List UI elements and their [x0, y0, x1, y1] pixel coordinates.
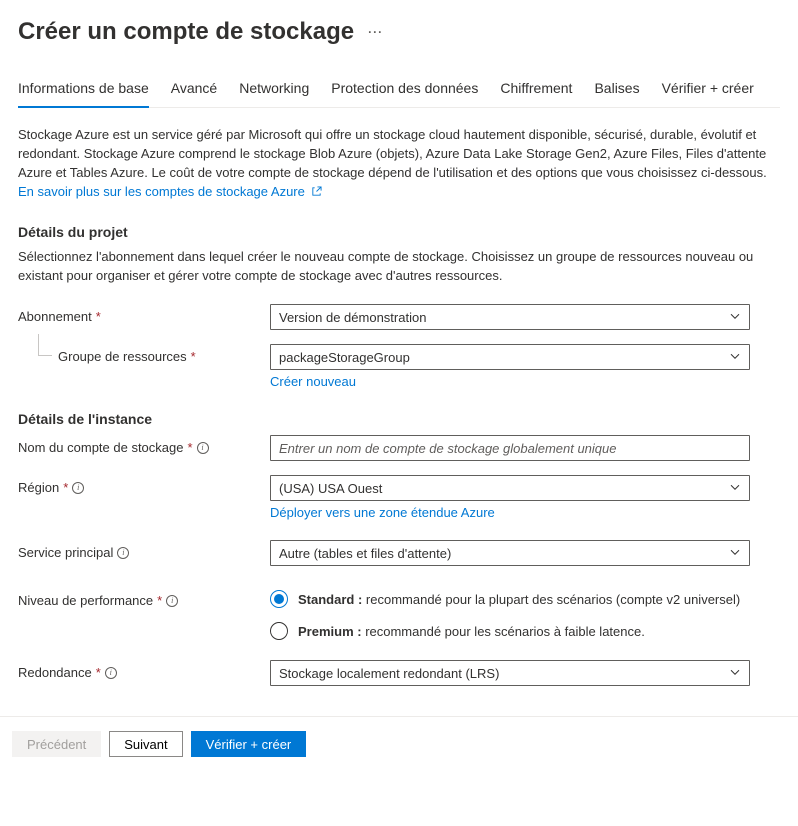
project-heading: Détails du projet: [18, 224, 780, 240]
radio-label: Premium : recommandé pour les scénarios …: [298, 624, 645, 639]
subscription-select[interactable]: Version de démonstration: [270, 304, 750, 330]
chevron-down-icon: [729, 350, 741, 365]
radio-label: Standard : recommandé pour la plupart de…: [298, 592, 740, 607]
footer: Précédent Suivant Vérifier + créer: [0, 716, 798, 771]
primary-service-select[interactable]: Autre (tables et files d'attente): [270, 540, 750, 566]
tab-protection-des-donn-es[interactable]: Protection des données: [331, 72, 478, 108]
region-label: Région* i: [18, 475, 270, 495]
previous-button: Précédent: [12, 731, 101, 757]
create-new-link[interactable]: Créer nouveau: [270, 374, 356, 389]
learn-more-link[interactable]: En savoir plus sur les comptes de stocka…: [18, 184, 322, 199]
info-icon[interactable]: i: [72, 482, 84, 494]
tab-informations-de-base[interactable]: Informations de base: [18, 72, 149, 108]
chevron-down-icon: [729, 481, 741, 496]
storage-name-label: Nom du compte de stockage* i: [18, 435, 270, 455]
tab-balises[interactable]: Balises: [594, 72, 639, 108]
info-icon[interactable]: i: [105, 667, 117, 679]
tab-networking[interactable]: Networking: [239, 72, 309, 108]
radio-dot-icon: [270, 622, 288, 640]
external-link-icon: [311, 184, 322, 203]
resource-group-label: Groupe de ressources*: [18, 344, 270, 364]
storage-name-input[interactable]: Entrer un nom de compte de stockage glob…: [270, 435, 750, 461]
resource-group-select[interactable]: packageStorageGroup: [270, 344, 750, 370]
chevron-down-icon: [729, 546, 741, 561]
info-icon[interactable]: i: [117, 547, 129, 559]
info-icon[interactable]: i: [166, 595, 178, 607]
instance-heading: Détails de l'instance: [18, 411, 780, 427]
page-title: Créer un compte de stockage ···: [18, 18, 780, 46]
tabs: Informations de base Avancé Networking Prot…: [18, 72, 780, 108]
chevron-down-icon: [729, 666, 741, 681]
performance-option-0[interactable]: Standard : recommandé pour la plupart de…: [270, 590, 750, 608]
deploy-edge-zone-link[interactable]: Déployer vers une zone étendue Azure: [270, 505, 495, 520]
tab-v-rifier-cr-er[interactable]: Vérifier + créer: [662, 72, 754, 108]
radio-dot-icon: [270, 590, 288, 608]
redundancy-label: Redondance* i: [18, 660, 270, 680]
tab-avanc-[interactable]: Avancé: [171, 72, 217, 108]
performance-option-1[interactable]: Premium : recommandé pour les scénarios …: [270, 622, 750, 640]
region-select[interactable]: (USA) USA Ouest: [270, 475, 750, 501]
more-icon[interactable]: ···: [368, 25, 383, 39]
project-desc: Sélectionnez l'abonnement dans lequel cr…: [18, 248, 780, 286]
performance-radio-group: Standard : recommandé pour la plupart de…: [270, 588, 750, 646]
primary-service-label: Service principal i: [18, 540, 270, 560]
redundancy-select[interactable]: Stockage localement redondant (LRS): [270, 660, 750, 686]
info-icon[interactable]: i: [197, 442, 209, 454]
chevron-down-icon: [729, 310, 741, 325]
next-button[interactable]: Suivant: [109, 731, 182, 757]
tree-line-icon: [38, 334, 52, 356]
performance-label: Niveau de performance* i: [18, 588, 270, 608]
review-create-button[interactable]: Vérifier + créer: [191, 731, 307, 757]
intro-text: Stockage Azure est un service géré par M…: [18, 126, 780, 202]
subscription-label: Abonnement*: [18, 304, 270, 324]
tab-chiffrement[interactable]: Chiffrement: [500, 72, 572, 108]
